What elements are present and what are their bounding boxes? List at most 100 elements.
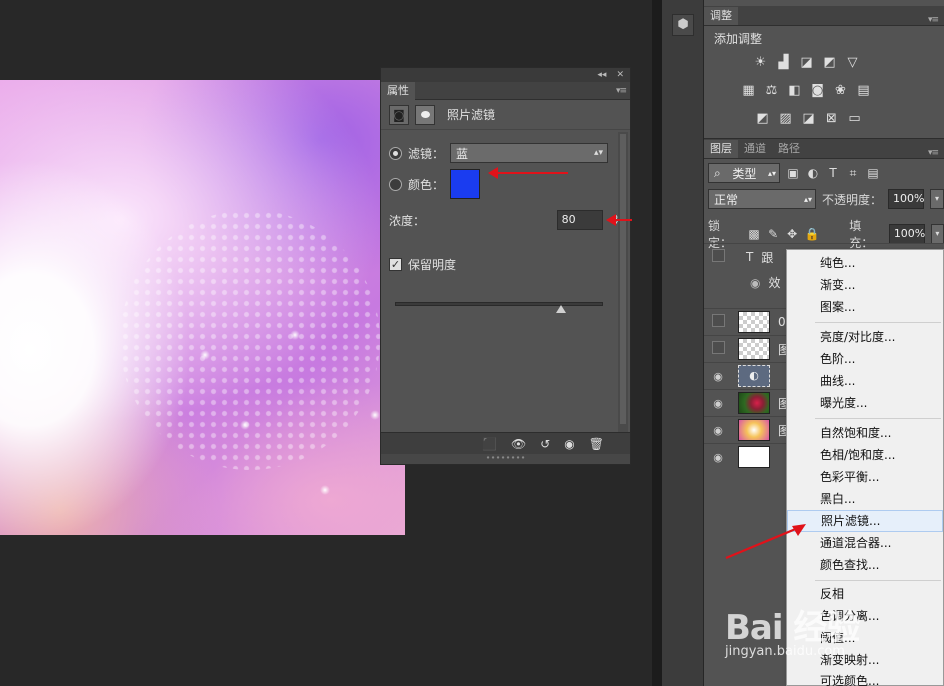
photo-filter-adj-icon[interactable]: ◙ [809, 82, 826, 99]
eye-icon[interactable]: ◉ [704, 451, 732, 464]
density-input[interactable]: 80 [556, 210, 603, 230]
layer-mask-icon[interactable] [415, 104, 435, 125]
menu-item-color-balance[interactable]: 色彩平衡... [787, 466, 943, 488]
shape-filter-icon[interactable]: ⌗ [846, 166, 860, 180]
adjustments-subtitle: 添加调整 [714, 32, 763, 46]
threshold-icon[interactable]: ◪ [800, 110, 817, 127]
menu-item-gradient[interactable]: 渐变... [787, 274, 943, 296]
menu-item-posterize[interactable]: 色调分离... [787, 605, 943, 627]
menu-item-gradient-map[interactable]: 渐变映射... [787, 649, 943, 671]
vibrance-icon[interactable]: ▦ [740, 82, 757, 99]
tab-adjustments[interactable]: 调整 [704, 7, 738, 25]
menu-item-solid-color[interactable]: 纯色... [787, 252, 943, 274]
eye-icon[interactable]: ◉ [704, 397, 732, 410]
close-icon[interactable]: ✕ [616, 70, 624, 80]
image-filter-icon[interactable]: ▣ [786, 166, 800, 180]
visibility-toggle[interactable] [704, 341, 732, 357]
selective-color-icon[interactable]: ⊠ [823, 110, 840, 127]
dock-divider[interactable] [652, 0, 662, 686]
adjustments-tabbar: 调整 ▾≡ [704, 6, 944, 26]
gradient-triangle-icon[interactable]: ▽ [844, 54, 861, 71]
photo-filter-icon[interactable]: ◙ [389, 104, 409, 125]
curves-icon[interactable]: ◪ [798, 54, 815, 71]
color-swatch[interactable] [450, 169, 481, 199]
color-radio[interactable] [389, 177, 402, 191]
menu-item-vibrance[interactable]: 自然饱和度... [787, 422, 943, 444]
menu-item-channel-mixer[interactable]: 通道混合器... [787, 532, 943, 554]
tab-channels[interactable]: 通道 [738, 140, 772, 158]
blend-row: 正常 ▴▾ 不透明度： 100% ▾ [708, 189, 944, 209]
levels-icon[interactable]: ▟ [775, 54, 792, 71]
reset-icon[interactable]: ↺ [540, 437, 550, 451]
toggle-visibility-icon[interactable]: ◉ [564, 437, 574, 451]
menu-item-threshold[interactable]: 阈值... [787, 627, 943, 649]
fill-input[interactable]: 100% [888, 224, 925, 244]
document-canvas[interactable] [0, 80, 405, 535]
invert-icon[interactable]: ◩ [754, 110, 771, 127]
density-slider-track[interactable] [395, 302, 603, 306]
blend-mode-select[interactable]: 正常 ▴▾ [708, 189, 816, 209]
smart-object-filter-icon[interactable]: ▤ [866, 166, 880, 180]
annotation-arrow-color [488, 167, 568, 179]
channel-mixer-icon[interactable]: ❀ [832, 82, 849, 99]
resize-grip[interactable]: ∙∙∙∙∙∙∙∙ [381, 454, 630, 464]
lock-all-icon[interactable]: 🔒 [805, 227, 820, 241]
menu-item-pattern[interactable]: 图案... [787, 296, 943, 318]
filter-radio[interactable] [389, 146, 402, 160]
preserve-luminosity-checkbox[interactable]: ✓ [389, 258, 402, 271]
clip-to-layer-icon[interactable]: ⬛ [482, 437, 497, 451]
filter-select[interactable]: 蓝 ▴▾ [450, 143, 609, 163]
panel-titlebar[interactable]: ◂◂ ✕ [381, 68, 630, 82]
blend-chevron-icon: ▴▾ [803, 194, 812, 204]
balance-icon[interactable]: ⚖ [763, 82, 780, 99]
black-white-icon[interactable]: ◧ [786, 82, 803, 99]
menu-item-black-white[interactable]: 黑白... [787, 488, 943, 510]
eye-icon[interactable]: ◉ [704, 370, 732, 383]
layer-kind-value: 类型 [732, 166, 757, 181]
opacity-dropdown-icon[interactable]: ▾ [930, 189, 944, 209]
view-previous-state-icon[interactable]: 👁 [511, 437, 526, 451]
menu-item-exposure[interactable]: 曝光度... [787, 392, 943, 414]
fill-dropdown-icon[interactable]: ▾ [930, 224, 944, 244]
lock-move-icon[interactable]: ✥ [786, 227, 799, 241]
adjustment-filter-icon[interactable]: ◐ [806, 166, 820, 180]
panel-icon-strip: ⬢ [662, 0, 704, 686]
menu-item-curves[interactable]: 曲线... [787, 370, 943, 392]
type-filter-icon[interactable]: T [826, 166, 840, 180]
tab-paths[interactable]: 路径 [772, 140, 806, 158]
brightness-contrast-icon[interactable]: ☀ [752, 54, 769, 71]
opacity-input[interactable]: 100% [888, 189, 924, 209]
collapse-icon[interactable]: ◂◂ [597, 70, 606, 80]
tab-layers[interactable]: 图层 [704, 140, 738, 158]
menu-item-selective-color[interactable]: 可选颜色... [787, 670, 943, 686]
posterize-icon[interactable]: ▨ [777, 110, 794, 127]
menu-item-hue-saturation[interactable]: 色相/饱和度... [787, 444, 943, 466]
menu-item-photo-filter[interactable]: 照片滤镜... [787, 510, 943, 532]
filter-label: 滤镜： [408, 146, 445, 161]
filter-select-value: 蓝 [456, 146, 469, 161]
adjustments-menu-icon[interactable]: ▾≡ [928, 15, 939, 25]
menu-item-color-lookup[interactable]: 颜色查找... [787, 554, 943, 576]
adjustments-row-1: ☀ ▟ ◪ ◩ ▽ [752, 54, 861, 71]
panel-menu-icon[interactable]: ▾≡ [616, 86, 627, 96]
menu-item-levels[interactable]: 色阶... [787, 348, 943, 370]
menu-item-invert[interactable]: 反相 [787, 583, 943, 605]
properties-scrollbar[interactable] [618, 132, 628, 436]
tab-properties[interactable]: 属性 [381, 81, 415, 100]
exposure-icon[interactable]: ◩ [821, 54, 838, 71]
menu-item-brightness-contrast[interactable]: 亮度/对比度... [787, 326, 943, 348]
lock-brush-icon[interactable]: ✎ [767, 227, 780, 241]
layer-thumbnail [738, 338, 770, 360]
layers-menu-icon[interactable]: ▾≡ [928, 148, 939, 158]
3d-cube-icon[interactable]: ⬢ [672, 14, 694, 36]
eye-icon[interactable]: ◉ [704, 424, 732, 437]
sparkle-5 [370, 410, 380, 420]
gradient-map-icon[interactable]: ▭ [846, 110, 863, 127]
layer-kind-select[interactable]: ⌕ 类型 ▴▾ [708, 163, 780, 183]
lock-transparent-icon[interactable]: ▩ [748, 227, 761, 241]
visibility-toggle[interactable] [704, 314, 732, 330]
density-slider-thumb[interactable] [556, 305, 567, 313]
color-lookup-icon[interactable]: ▤ [855, 82, 872, 99]
visibility-toggle[interactable] [704, 249, 732, 265]
trash-icon[interactable]: 🗑 [589, 437, 604, 451]
